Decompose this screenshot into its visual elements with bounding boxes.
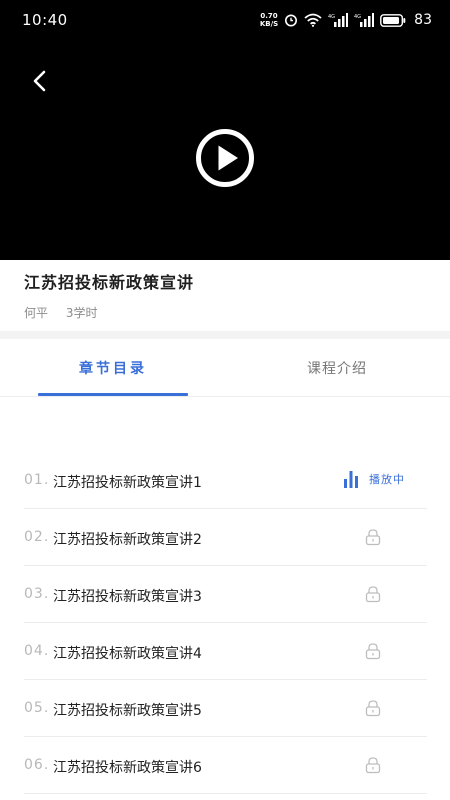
lock-icon — [365, 757, 381, 774]
chapter-number: 02. — [24, 529, 50, 545]
chapter-number: 03. — [24, 586, 50, 602]
chapter-title: 江苏招投标新政策宣讲5 — [53, 703, 202, 719]
back-button[interactable] — [24, 64, 54, 98]
course-meta: 何平 3学时 — [24, 304, 97, 321]
signal-icon: 4G — [354, 13, 375, 27]
chapter-number: 04. — [24, 643, 50, 659]
chapter-item[interactable]: 01. 江苏招投标新政策宣讲1 播放中 — [24, 452, 427, 509]
chapter-number: 01. — [24, 472, 50, 488]
chapter-title: 江苏招投标新政策宣讲6 — [53, 760, 202, 776]
course-hours: 3学时 — [65, 306, 98, 320]
status-icons: 0.70 KB/S 4G 4G 83 — [260, 9, 432, 31]
chapter-number: 05. — [24, 700, 50, 716]
play-button[interactable] — [195, 128, 255, 188]
wifi-icon — [304, 13, 322, 27]
battery-icon — [380, 13, 406, 27]
playing-status: 播放中 — [343, 470, 405, 488]
lock-icon — [365, 643, 381, 660]
chapter-title: 江苏招投标新政策宣讲3 — [53, 589, 202, 605]
chapter-title: 江苏招投标新政策宣讲1 — [53, 475, 202, 491]
net-speed-value: 0.70 — [260, 12, 278, 20]
alarm-icon — [285, 14, 298, 27]
course-info: 江苏招投标新政策宣讲 何平 3学时 — [0, 260, 450, 332]
lock-icon — [365, 586, 381, 603]
lock-icon — [365, 700, 381, 717]
equalizer-icon — [344, 471, 358, 488]
teacher-name: 何平 — [24, 306, 49, 320]
status-time: 10:40 — [22, 11, 68, 29]
chapter-number: 06. — [24, 757, 50, 773]
net-speed: 0.70 KB/S — [260, 12, 278, 28]
battery-level: 83 — [414, 12, 432, 28]
section-divider — [0, 331, 450, 339]
chapter-item[interactable]: 05. 江苏招投标新政策宣讲5 — [24, 680, 427, 737]
signal-icon: 4G — [328, 13, 349, 27]
lock-icon — [365, 529, 381, 546]
signal-1-label: 4G — [328, 14, 335, 20]
net-speed-unit: KB/S — [259, 20, 279, 28]
chevron-left-icon — [33, 70, 46, 92]
playing-label: 播放中 — [369, 473, 405, 486]
chapter-title: 江苏招投标新政策宣讲4 — [53, 646, 202, 662]
chapter-item[interactable]: 02. 江苏招投标新政策宣讲2 — [24, 509, 427, 566]
chapter-item[interactable]: 03. 江苏招投标新政策宣讲3 — [24, 566, 427, 623]
chapter-item[interactable]: 06. 江苏招投标新政策宣讲6 — [24, 737, 427, 794]
active-tab-indicator — [38, 393, 188, 396]
status-bar: 10:40 0.70 KB/S 4G 4G 83 — [0, 0, 450, 40]
play-circle-icon — [196, 129, 254, 187]
video-player[interactable]: 10:40 0.70 KB/S 4G 4G 83 — [0, 0, 450, 260]
tab-bar: 章节目录 课程介绍 — [0, 339, 450, 397]
chapter-item[interactable]: 04. 江苏招投标新政策宣讲4 — [24, 623, 427, 680]
signal-2-label: 4G — [354, 14, 361, 20]
tab-course-intro[interactable]: 课程介绍 — [262, 339, 412, 397]
tab-chapters[interactable]: 章节目录 — [38, 339, 188, 397]
course-title: 江苏招投标新政策宣讲 — [24, 273, 195, 292]
chapter-title: 江苏招投标新政策宣讲2 — [53, 532, 202, 548]
chapter-list: 01. 江苏招投标新政策宣讲1 播放中 02. 江苏招投标新政策宣讲2 03. … — [24, 452, 427, 794]
